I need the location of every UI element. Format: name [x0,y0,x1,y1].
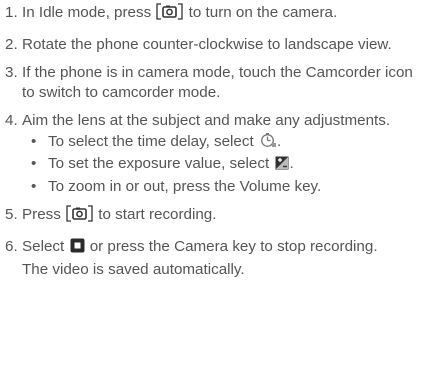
step-text-after: to start recording. [98,206,217,223]
bullet-text: To zoom in or out, press the Volume key. [48,177,322,195]
step-text-after: to turn on the camera. [188,4,338,21]
step-number: 1. [5,4,18,21]
step-2: 2. Rotate the phone counter-clockwise to… [0,35,427,55]
step-3: 3. If the phone is in camera mode, touch… [0,63,427,102]
bullet-text: To select the time delay, select [48,132,254,150]
step-text-before: Press [22,206,61,223]
step-number: 2. [5,35,18,53]
bullet-end: . [276,132,282,150]
timer-icon [260,132,277,154]
steps-list: 1. In Idle mode, press to turn on the ca… [0,3,427,289]
step-text: If the phone is in camera mode, touch th… [22,64,413,101]
step-text-after: or press the Camera key to stop recordin… [89,237,378,255]
step-text-before: Select [22,237,65,255]
camera-key-icon [156,3,184,26]
step-text-before: In Idle mode, press [22,4,152,21]
bullet-dot: • [31,132,37,150]
bullet-end: . [289,155,294,172]
instruction-page: 1. In Idle mode, press to turn on the ca… [0,0,427,370]
sub-bullet-list: • To select the time delay, select . • T… [22,132,427,197]
step-6: 6. Select or press the Camera key to sto… [0,237,427,280]
camera-key-icon [66,205,93,228]
bullet-dot: • [31,177,37,195]
bullet-zoom: • To zoom in or out, press the Volume ke… [22,177,427,197]
exposure-icon [275,156,289,176]
step-number: 4. [5,112,18,129]
step-text: Aim the lens at the subject and make any… [22,112,391,129]
bullet-text: To set the exposure value, select [48,155,270,172]
bullet-dot: • [31,155,37,172]
stop-icon [70,238,85,259]
step-text: Rotate the phone counter-clockwise to la… [22,35,392,53]
bullet-exposure: • To set the exposure value, select . [22,154,427,176]
step-1: 1. In Idle mode, press to turn on the ca… [0,3,427,26]
step-5: 5. Press to start recording. [0,205,427,228]
step-4: 4. Aim the lens at the subject and make … [0,111,427,196]
bullet-time-delay: • To select the time delay, select . [22,132,427,154]
step-number: 5. [5,206,18,223]
step-note: The video is saved automatically. [22,261,245,278]
step-number: 3. [5,64,18,81]
step-number: 6. [5,237,18,255]
